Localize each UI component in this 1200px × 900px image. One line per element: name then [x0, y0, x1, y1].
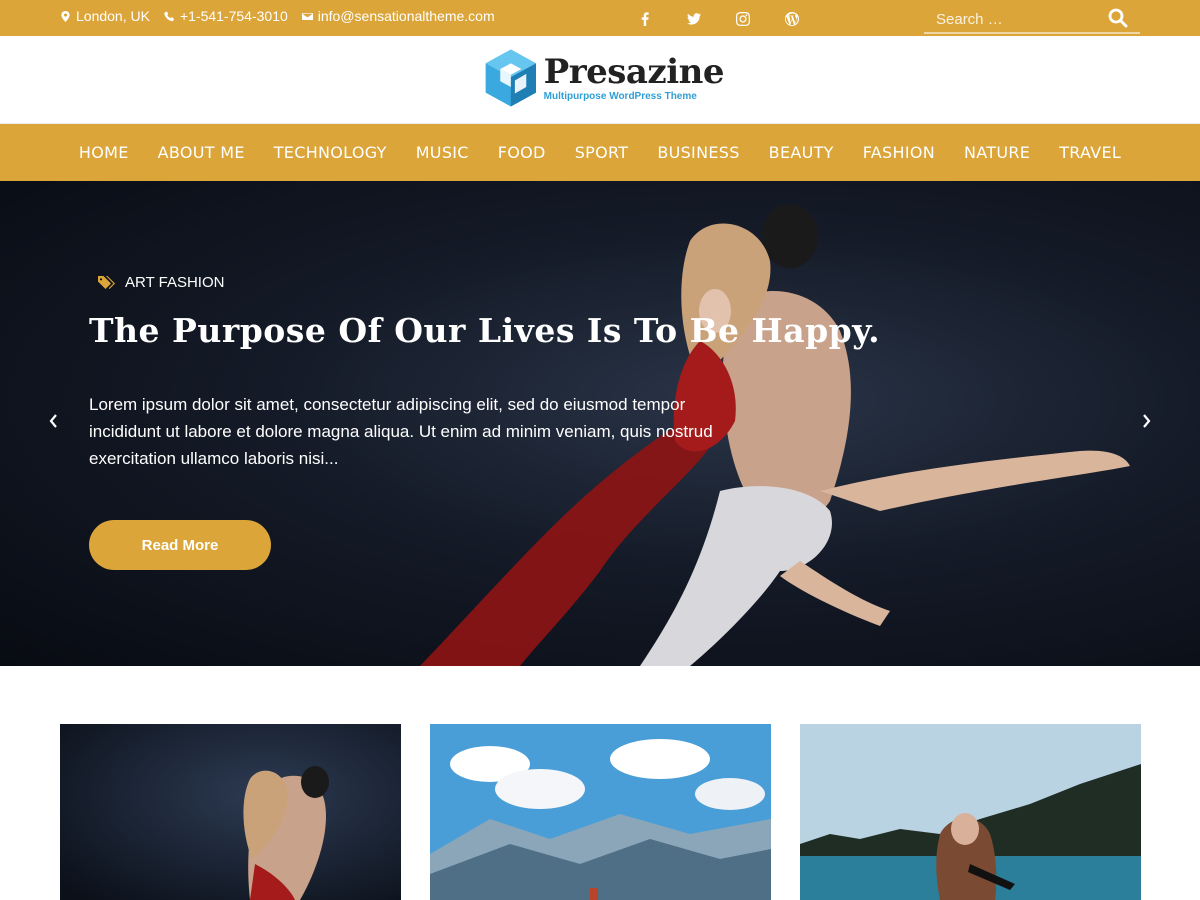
- read-more-button[interactable]: Read More: [89, 520, 271, 570]
- twitter-icon: [686, 13, 701, 25]
- nav-item-technology[interactable]: TECHNOLOGY: [259, 143, 401, 162]
- site-logo[interactable]: Presazine Multipurpose WordPress Theme: [484, 40, 725, 116]
- instagram-link[interactable]: [718, 9, 767, 29]
- hero-slider: ART FASHION The Purpose Of Our Lives Is …: [0, 181, 1200, 666]
- slide-excerpt: Lorem ipsum dolor sit amet, consectetur …: [89, 395, 713, 468]
- search-input[interactable]: [936, 8, 1106, 30]
- search-icon[interactable]: [1108, 8, 1128, 28]
- twitter-link[interactable]: [669, 9, 718, 29]
- post-card-image[interactable]: [430, 724, 771, 900]
- chevron-left-icon: [49, 414, 57, 428]
- phone-text[interactable]: +1-541-754-3010: [180, 8, 288, 24]
- envelope-icon: [301, 12, 313, 20]
- site-header: Presazine Multipurpose WordPress Theme: [0, 36, 1200, 124]
- nav-item-food[interactable]: FOOD: [483, 143, 560, 162]
- cube-logo-icon: [485, 49, 537, 107]
- social-links: [620, 9, 816, 29]
- mountains-thumbnail-image: [430, 724, 771, 900]
- tags-icon: [98, 275, 115, 289]
- email-text[interactable]: info@sensationaltheme.com: [318, 8, 495, 24]
- post-card-image[interactable]: [800, 724, 1141, 900]
- slide-title[interactable]: The Purpose Of Our Lives Is To Be Happy.: [89, 311, 880, 350]
- nav-item-fashion[interactable]: FASHION: [848, 143, 949, 162]
- location-text: London, UK: [76, 8, 150, 24]
- map-marker-icon: [61, 10, 70, 22]
- lake-thumbnail-image: [800, 724, 1141, 900]
- top-bar: London, UK +1-541-754-3010 info@sensatio…: [0, 0, 1200, 36]
- nav-item-nature[interactable]: NATURE: [950, 143, 1045, 162]
- nav-item-business[interactable]: BUSINESS: [643, 143, 754, 162]
- email-item[interactable]: info@sensationaltheme.com: [301, 8, 495, 24]
- location-item: London, UK: [60, 8, 150, 24]
- wordpress-link[interactable]: [767, 9, 816, 29]
- facebook-link[interactable]: [620, 9, 669, 29]
- nav-item-home[interactable]: HOME: [64, 143, 143, 162]
- site-tagline: Multipurpose WordPress Theme: [543, 91, 697, 102]
- post-card-image[interactable]: [60, 724, 401, 900]
- phone-item[interactable]: +1-541-754-3010: [164, 8, 288, 24]
- slider-prev-button[interactable]: [44, 411, 64, 431]
- nav-item-sport[interactable]: SPORT: [560, 143, 643, 162]
- nav-item-music[interactable]: MUSIC: [401, 143, 483, 162]
- facebook-icon: [641, 12, 649, 26]
- nav-item-beauty[interactable]: BEAUTY: [754, 143, 848, 162]
- category-label[interactable]: ART FASHION: [125, 274, 224, 291]
- featured-posts: [60, 724, 1141, 900]
- chevron-right-icon: [1143, 414, 1151, 428]
- instagram-icon: [735, 12, 750, 26]
- dancers-thumbnail-image: [60, 724, 401, 900]
- search-bar: [924, 4, 1140, 34]
- phone-icon: [164, 10, 174, 21]
- contact-info: London, UK +1-541-754-3010 info@sensatio…: [60, 8, 495, 24]
- site-title: Presazine: [543, 52, 725, 92]
- nav-item-about-me[interactable]: ABOUT ME: [143, 143, 259, 162]
- nav-item-travel[interactable]: TRAVEL: [1045, 143, 1136, 162]
- wordpress-icon: [784, 12, 799, 26]
- main-navigation: HOME ABOUT ME TECHNOLOGY MUSIC FOOD SPOR…: [0, 124, 1200, 181]
- slider-next-button[interactable]: [1136, 411, 1156, 431]
- post-category[interactable]: ART FASHION: [98, 274, 224, 291]
